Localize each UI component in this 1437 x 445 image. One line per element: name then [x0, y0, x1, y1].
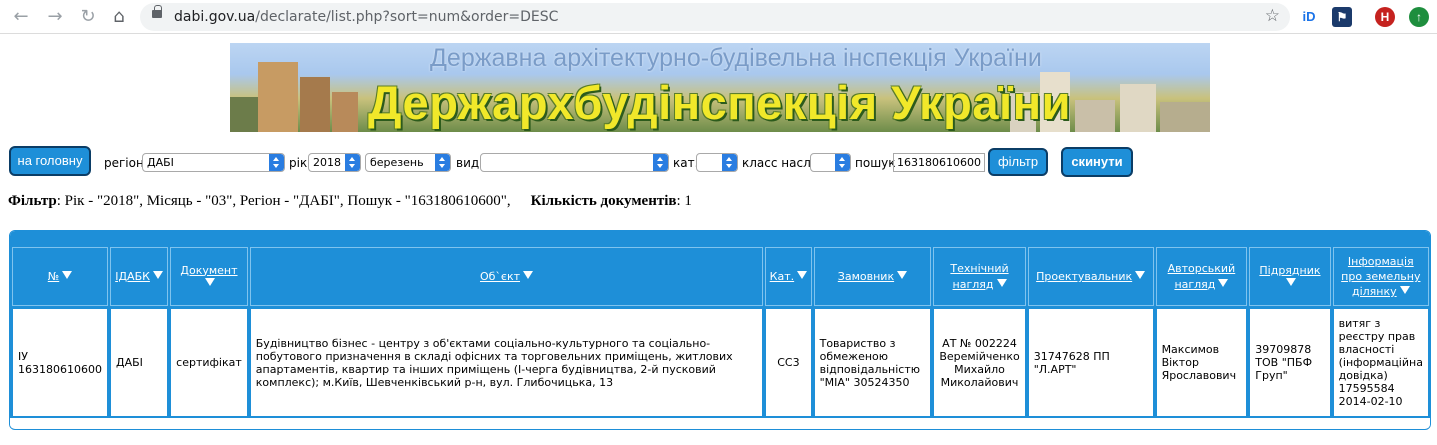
sort-link-document[interactable]: Документ — [180, 264, 237, 277]
month-select-value: березень — [370, 156, 424, 169]
reload-icon[interactable]: ↻ — [77, 6, 99, 28]
address-bar[interactable]: dabi.gov.ua/declarate/list.php?sort=num&… — [140, 3, 1290, 31]
year-select-value: 2018 — [313, 156, 341, 169]
sort-desc-icon — [62, 271, 73, 279]
results-table-container: № ІДАБК Документ Об`єкт Кат. Замовник Те… — [9, 230, 1431, 430]
column-header-contractor[interactable]: Підрядник — [1249, 247, 1331, 306]
results-table: № ІДАБК Документ Об`єкт Кат. Замовник Те… — [10, 245, 1430, 419]
filter-summary: Фільтр: Рік - "2018", Місяць - "03", Рег… — [8, 193, 692, 210]
select-arrows-icon — [269, 154, 284, 171]
banner-subtitle: Державна архітектурно-будівельна інспекц… — [430, 44, 1042, 72]
sort-desc-icon — [996, 278, 1007, 287]
sort-desc-icon — [1399, 286, 1410, 294]
column-header-designer[interactable]: Проектувальник — [1027, 247, 1154, 306]
sort-desc-icon — [1135, 271, 1146, 279]
column-header-tech-supervision[interactable]: Технічний нагляд — [933, 247, 1026, 306]
category-label: кат. — [673, 156, 699, 170]
bookmark-star-icon[interactable]: ☆ — [1265, 6, 1280, 26]
reset-button[interactable]: скинути — [1061, 147, 1133, 177]
sort-link-object[interactable]: Об`єкт — [480, 270, 520, 283]
region-label: регіон — [104, 156, 144, 170]
table-header-row: № ІДАБК Документ Об`єкт Кат. Замовник Те… — [12, 247, 1429, 306]
search-label: пошук — [855, 156, 896, 170]
column-header-idabk[interactable]: ІДАБК — [109, 247, 169, 306]
sort-link-idabk[interactable]: ІДАБК — [115, 270, 150, 283]
cell-category: СС3 — [765, 308, 812, 417]
cell-idabk: ДАБІ — [109, 308, 169, 417]
sort-link-contractor[interactable]: Підрядник — [1259, 264, 1320, 277]
column-header-category[interactable]: Кат. — [765, 247, 812, 306]
cell-contractor: 39709878 ТОВ "ПБФ Груп" — [1249, 308, 1331, 417]
cell-document: сертифікат — [170, 308, 248, 417]
cell-object: Будівництво бізнес - центру з об'єктами … — [249, 308, 764, 417]
update-icon[interactable]: ↑ — [1409, 7, 1429, 27]
cell-land-info: витяг з реєстру прав власності (інформац… — [1332, 308, 1429, 417]
type-label: вид — [456, 156, 480, 170]
filter-summary-text: : Рік - "2018", Місяць - "03", Регіон - … — [56, 193, 511, 209]
category-select[interactable] — [696, 153, 738, 172]
sort-link-designer[interactable]: Проектувальник — [1036, 270, 1132, 283]
sort-desc-icon — [152, 271, 163, 279]
column-header-author-supervision[interactable]: Авторський нагляд — [1155, 247, 1248, 306]
banner-title: Держархбудінспекція України — [368, 76, 1072, 129]
select-arrows-icon — [345, 154, 360, 171]
cell-tech-supervision: АТ № 002224 Веремійченко Михайло Миколай… — [933, 308, 1026, 417]
sort-desc-icon — [897, 271, 908, 279]
column-header-land-info[interactable]: Інформація про земельну ділянку — [1332, 247, 1429, 306]
profile-avatar[interactable]: H — [1375, 7, 1395, 27]
url-path: /declarate/list.php?sort=num&order=DESC — [255, 9, 559, 25]
select-arrows-icon — [435, 154, 450, 171]
cell-designer: 31747628 ПП "Л.АРТ" — [1027, 308, 1154, 417]
url-text: dabi.gov.ua/declarate/list.php?sort=num&… — [174, 9, 558, 25]
column-header-num[interactable]: № — [12, 247, 108, 306]
class-label: класс насл. — [742, 156, 815, 170]
extension-id-icon[interactable]: iD — [1299, 7, 1319, 27]
sort-desc-icon — [1218, 278, 1229, 287]
filter-summary-label: Фільтр — [8, 193, 57, 209]
select-arrows-icon — [653, 154, 668, 171]
back-icon[interactable]: ← — [10, 6, 32, 28]
select-arrows-icon — [722, 154, 737, 171]
region-select-value: ДАБІ — [147, 156, 174, 169]
column-header-customer[interactable]: Замовник — [813, 247, 932, 306]
document-count-label: Кількість документів — [530, 193, 677, 209]
cell-num: ІУ 163180610600 — [12, 308, 108, 417]
home-button[interactable]: на головну — [9, 146, 91, 176]
header-banner: Державна архітектурно-будівельна інспекц… — [230, 43, 1210, 132]
region-select[interactable]: ДАБІ — [142, 153, 285, 172]
month-select[interactable]: березень — [365, 153, 451, 172]
document-count-value: : 1 — [676, 193, 692, 209]
home-icon[interactable]: ⌂ — [108, 6, 130, 28]
select-arrows-icon — [835, 154, 850, 171]
year-select[interactable]: 2018 — [308, 153, 361, 172]
filter-button[interactable]: фільтр — [988, 148, 1048, 176]
lock-icon[interactable] — [152, 5, 162, 18]
sort-desc-icon — [205, 277, 216, 286]
sort-link-category[interactable]: Кат. — [770, 270, 794, 283]
column-header-document[interactable]: Документ — [170, 247, 248, 306]
table-row: ІУ 163180610600 ДАБІ сертифікат Будівниц… — [12, 308, 1429, 417]
sort-link-num[interactable]: № — [48, 270, 59, 283]
cell-customer: Товариство з обмеженою відповідальністю … — [813, 308, 932, 417]
sort-desc-icon — [1286, 277, 1297, 286]
forward-icon[interactable]: → — [44, 6, 66, 28]
column-header-object[interactable]: Об`єкт — [249, 247, 764, 306]
extension-icon[interactable]: ⚑ — [1332, 7, 1352, 27]
type-select[interactable] — [480, 153, 669, 172]
sort-link-customer[interactable]: Замовник — [838, 270, 894, 283]
sort-desc-icon — [523, 271, 534, 279]
year-label: рік — [289, 156, 308, 170]
class-select[interactable] — [810, 153, 851, 172]
cell-author-supervision: Максимов Віктор Ярославович — [1155, 308, 1248, 417]
url-domain: dabi.gov.ua — [174, 9, 256, 25]
browser-toolbar: ← → ↻ ⌂ dabi.gov.ua/declarate/list.php?s… — [0, 0, 1437, 34]
search-input[interactable]: 163180610600 — [893, 153, 985, 172]
sort-desc-icon — [797, 271, 808, 279]
